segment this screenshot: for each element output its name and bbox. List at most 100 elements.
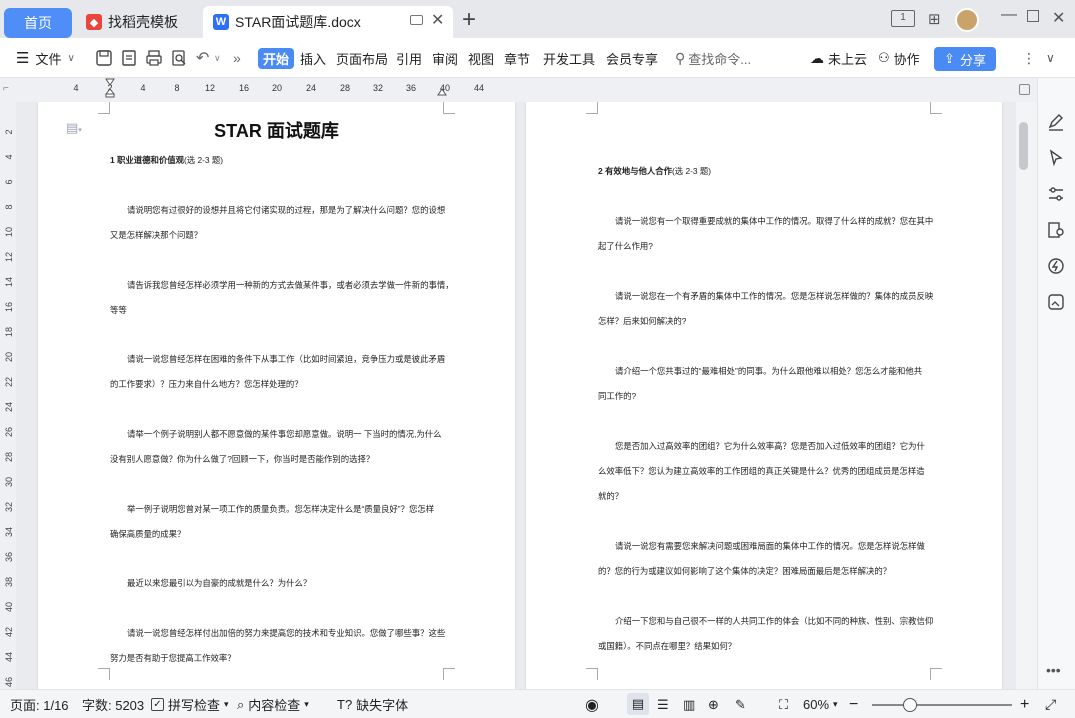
scrollbar-thumb[interactable] [1019,122,1028,170]
indent-marker-icon[interactable] [104,78,116,98]
undo-dropdown-icon[interactable]: ∨ [214,38,221,78]
tab-member[interactable]: 会员专享 [606,38,658,78]
undo-icon[interactable]: ↶ [196,38,209,78]
document-canvas[interactable]: ▤▾ STAR 面试题库 1 职业道德和价值观(选 2-3 题) 请说明您有过很… [0,102,1016,689]
ruler-tick: 4 [73,83,79,93]
tab-review[interactable]: 审阅 [432,38,458,78]
content-search-icon: ⌕ [237,696,245,712]
maximize-icon[interactable] [1027,10,1039,22]
missing-font-label: 缺失字体 [356,698,409,713]
horizontal-ruler[interactable]: 4 2 4 8 12 16 20 24 28 32 36 40 44 [0,78,1037,102]
vruler-tick: 26 [4,427,14,438]
minimize-icon[interactable]: — [1001,6,1017,24]
title-tab-bar: 首页 ◆ 找稻壳模板 W STAR面试题库.docx ✕ + 1 ⊞ — ✕ [0,0,1075,38]
vertical-scrollbar[interactable] [1016,84,1037,689]
paragraph-line: 请说一说您有需要您来解决问题或困难局面的集体中工作的情况。您是怎样说怎样做 [615,541,925,551]
more-options-icon[interactable]: ⋮ [1022,38,1036,78]
chevron-down-icon: ▾ [833,699,838,709]
export-pdf-icon[interactable] [120,49,138,67]
tab-home[interactable]: 首页 [4,8,72,38]
user-avatar[interactable] [955,8,979,32]
file-menu[interactable]: ☰ 文件 ∨ [16,38,75,78]
status-bar: 页面: 1/16 字数: 5203 ✓ 拼写检查 ▾ ⌕ 内容检查 ▾ T? 缺… [0,689,1075,718]
ai-bolt-icon[interactable] [1046,256,1066,276]
vruler-tick: 14 [4,277,14,288]
word-count[interactable]: 字数: 5203 [82,696,144,713]
ruler-tick: 32 [372,83,384,93]
tab-daoke-templates[interactable]: ◆ 找稻壳模板 [76,6,200,38]
fullscreen-icon[interactable]: ⤢ [1045,696,1056,713]
font-warning-icon: T? [337,697,353,712]
vruler-tick: 12 [4,252,14,263]
tab-references[interactable]: 引用 [396,38,422,78]
right-indent-marker-icon[interactable] [437,88,447,98]
fit-page-icon[interactable]: ⛶ [779,696,788,713]
missing-font-button[interactable]: T? 缺失字体 [337,696,408,713]
page-counter[interactable]: 页面: 1/16 [10,696,69,713]
vruler-tick: 46 [4,677,14,688]
tab-daoke-label: 找稻壳模板 [108,14,178,30]
paragraph-line: 请说明您有过很好的设想并且将它付诸实现的过程，那是为了解决什么问题？您的设想 [127,205,446,215]
content-check-button[interactable]: ⌕ 内容检查 ▾ [237,696,309,714]
tab-document[interactable]: W STAR面试题库.docx ✕ [203,6,453,38]
vruler-tick: 42 [4,627,14,638]
close-tab-icon[interactable]: ✕ [431,10,444,30]
image-tools-icon[interactable] [1046,292,1066,312]
vruler-tick: 18 [4,327,14,338]
vertical-ruler[interactable]: 2 4 6 8 10 12 14 16 18 20 22 24 26 28 30… [0,102,16,689]
more-panel-icon[interactable]: ••• [1046,662,1061,678]
save-icon[interactable] [95,49,113,67]
ribbon-menu-bar: ☰ 文件 ∨ ↶ ∨ » 开始 插入 页面布局 引用 审阅 视图 章节 开发工具… [0,38,1075,78]
tab-insert[interactable]: 插入 [300,38,326,78]
paragraph-line: 么效率低下？您认为建立高效率的工作团组的真正关键是什么？优秀的团组成员是怎样造 [598,466,925,476]
section-heading: 1 职业道德和价值观(选 2-3 题) [110,148,223,173]
reading-mode-icon[interactable]: 1 [891,10,915,27]
tab-chapter[interactable]: 章节 [504,38,530,78]
vruler-tick: 22 [4,377,14,388]
select-cursor-icon[interactable] [1046,148,1066,168]
page-corner-mark [98,668,110,680]
split-view-icon[interactable] [1019,84,1030,95]
paragraph-line: 等等 [110,305,127,315]
grid-apps-icon[interactable]: ⊞ [928,10,941,28]
tab-start[interactable]: 开始 [258,48,294,69]
page-corner-mark [98,102,110,114]
zoom-slider-handle[interactable] [903,698,917,712]
monitor-icon[interactable] [410,15,423,25]
print-preview-icon[interactable] [170,49,188,67]
settings-sliders-icon[interactable] [1046,184,1066,204]
vruler-tick: 28 [4,452,14,463]
vruler-tick: 24 [4,402,14,413]
reading-view-icon[interactable]: ▥ [683,696,695,713]
paragraph-line: 请说一说您曾经怎样付出加倍的努力来提高您的技术和专业知识。您做了哪些事？这些 [127,628,446,638]
web-view-icon[interactable]: ⊕ [708,696,719,713]
book-search-icon[interactable] [1046,220,1066,240]
document-page-2[interactable]: 2 有效地与他人合作(选 2-3 题) 请说一说您有一个取得重要成就的集体中工作… [526,102,1002,689]
collapse-ribbon-icon[interactable]: ∨ [1046,38,1055,78]
print-icon[interactable] [145,49,163,67]
document-page-1[interactable]: ▤▾ STAR 面试题库 1 职业道德和价值观(选 2-3 题) 请说明您有过很… [38,102,515,689]
tab-view[interactable]: 视图 [468,38,494,78]
page-view-icon[interactable]: ▤ [627,693,649,715]
paragraph-line: 请说一说您在一个有矛盾的集体中工作的情况。您是怎样说怎样做的？集体的成员反映 [615,291,934,301]
tab-page-layout[interactable]: 页面布局 [336,38,388,78]
tab-developer-tools[interactable]: 开发工具 [543,38,595,78]
zoom-in-icon[interactable]: + [1020,696,1029,713]
close-window-icon[interactable]: ✕ [1052,8,1065,28]
zoom-slider[interactable] [872,704,1012,706]
collaborate-button[interactable]: ⚇ 协作 [878,38,920,78]
eye-protection-icon[interactable]: ◉ [585,696,599,714]
spell-check-label: 拼写检查 [168,698,221,713]
outline-view-icon[interactable]: ☰ [657,696,669,713]
cloud-status-button[interactable]: ☁ 未上云 [810,38,867,78]
command-search[interactable]: ⚲ 查找命令... [675,48,751,68]
zoom-out-icon[interactable]: − [849,696,858,713]
share-button[interactable]: ⇪ 分享 [934,47,996,71]
more-tools-icon[interactable]: » [233,38,241,78]
zoom-level[interactable]: 60% ▾ [803,696,838,713]
chevron-down-icon: ▾ [224,699,229,709]
pen-mode-icon[interactable]: ✎ [735,696,746,713]
new-tab-button[interactable]: + [462,8,476,32]
spell-check-button[interactable]: ✓ 拼写检查 ▾ [151,696,229,713]
pen-edit-icon[interactable] [1046,112,1066,132]
